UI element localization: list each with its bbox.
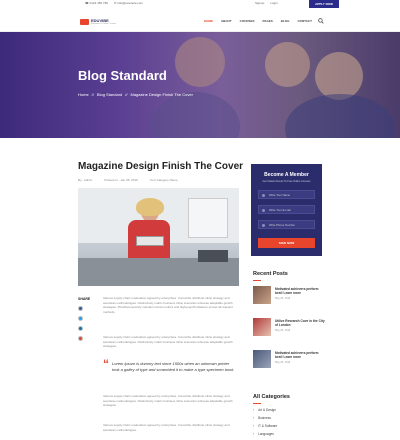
featured-image: [78, 188, 239, 286]
breadcrumb-home[interactable]: Home: [78, 92, 89, 97]
brand-tagline: Education & Online Courses: [91, 23, 117, 25]
name-field[interactable]: Write Your Name: [258, 190, 315, 199]
chevron-right-icon: ›: [253, 432, 255, 436]
signup-link[interactable]: Signup: [255, 1, 264, 5]
top-bar: ☎ 0123 456 789 ✉ info@example.com Signup…: [0, 0, 400, 8]
category-item[interactable]: › Languages: [253, 432, 323, 436]
article-paragraph: Various supply chain moderation agreed b…: [103, 296, 233, 314]
menu-contact[interactable]: CONTACT: [297, 19, 311, 23]
apply-now-button[interactable]: APPLY NOW: [309, 0, 339, 8]
share-bar: SHARE: [78, 297, 90, 341]
login-link[interactable]: Login: [270, 1, 277, 5]
post-title[interactable]: Motivated achievers perform best! Learn …: [275, 287, 325, 295]
article-paragraph: Various supply chain moderation agreed b…: [103, 394, 233, 407]
member-title: Become A Member: [264, 172, 309, 178]
google-plus-icon[interactable]: [78, 336, 83, 341]
post-date: May 25, 2019: [275, 361, 291, 364]
member-subtitle: Get Instant Access To Free Online Course…: [262, 180, 311, 183]
title-underline: [253, 280, 261, 281]
menu-pages[interactable]: PAGES: [263, 19, 273, 23]
chevron-right-icon: ›: [253, 424, 255, 428]
quote-icon: “: [103, 357, 109, 371]
recent-post-item[interactable]: Utilize Research Cove in the City of Lon…: [253, 318, 325, 336]
logo-mark-icon: [80, 18, 89, 25]
article-paragraph: Various supply chain moderation agreed b…: [103, 423, 230, 432]
post-title[interactable]: Utilize Research Cove in the City of Lon…: [275, 319, 325, 327]
recent-post-item[interactable]: Motivated achievers perform best! Learn …: [253, 350, 325, 368]
chevron-right-icon: ›: [253, 416, 255, 420]
post-thumbnail: [253, 286, 271, 304]
name-placeholder: Write Your Name: [269, 192, 291, 197]
phone-icon: [262, 224, 265, 227]
breadcrumb-separator-icon: //: [125, 92, 128, 97]
page-banner: Blog Standard Home // Blog Standard // M…: [0, 32, 400, 138]
meta-author[interactable]: By : Admin: [78, 178, 92, 182]
category-label[interactable]: Art & Design: [258, 408, 276, 412]
member-signup-box: Become A Member Get Instant Access To Fr…: [251, 164, 322, 256]
contact-info: ☎ 0123 456 789 ✉ info@example.com: [85, 1, 143, 5]
article-meta: By : Admin Posted on : Jan 05, 2019 Your…: [78, 178, 178, 182]
chevron-right-icon: ›: [253, 408, 255, 412]
menu: HOME ABOUT COURSES PAGES BLOG CONTACT: [204, 19, 312, 23]
meta-date: Posted on : Jan 05, 2019: [104, 178, 138, 182]
quote-text: Lorem ipsum is dummy text since 1500s wh…: [112, 361, 235, 372]
main-nav: EDUVIBE Education & Online Courses HOME …: [0, 8, 400, 32]
person-silhouette: [315, 52, 363, 100]
phone-field[interactable]: Write Phone Number: [258, 220, 315, 229]
category-item[interactable]: › IT & Software: [253, 424, 323, 428]
post-date: May 25, 2019: [275, 329, 291, 332]
envelope-icon: [262, 209, 265, 212]
category-item[interactable]: › Business: [253, 416, 323, 420]
menu-home[interactable]: HOME: [204, 19, 213, 23]
share-label: SHARE: [78, 297, 91, 301]
page: ☎ 0123 456 789 ✉ info@example.com Signup…: [0, 0, 400, 440]
category-label[interactable]: Business: [258, 416, 271, 420]
person-silhouette: [150, 92, 240, 138]
user-icon: [262, 194, 265, 197]
post-thumbnail: [253, 350, 271, 368]
recent-posts-title: Recent Posts: [253, 271, 288, 277]
breadcrumb-current: Magazine Design Finish The Cover: [130, 92, 193, 97]
menu-courses[interactable]: COURSES: [240, 19, 255, 23]
sign-now-button[interactable]: SIGN NOW: [258, 238, 315, 248]
email-field[interactable]: Write Your E-mail: [258, 205, 315, 214]
twitter-icon[interactable]: [78, 316, 83, 321]
breadcrumb-blog[interactable]: Blog Standard: [97, 92, 122, 97]
breadcrumb: Home // Blog Standard // Magazine Design…: [78, 92, 193, 97]
page-title: Blog Standard: [78, 68, 167, 83]
recent-post-item[interactable]: Motivated achievers perform best! Learn …: [253, 286, 325, 304]
phone-placeholder: Write Phone Number: [269, 222, 296, 227]
search-icon[interactable]: [318, 18, 324, 24]
email-link[interactable]: ✉ info@example.com: [114, 1, 143, 5]
breadcrumb-separator-icon: //: [91, 92, 94, 97]
meta-category[interactable]: Your Category Name: [150, 178, 178, 182]
article-title: Magazine Design Finish The Cover: [78, 161, 244, 172]
email-placeholder: Write Your E-mail: [269, 207, 291, 212]
auth-links: Signup Login: [255, 1, 278, 5]
article-paragraph: Various supply chain moderation agreed b…: [103, 335, 233, 348]
post-title[interactable]: Motivated achievers perform best! Learn …: [275, 351, 325, 359]
menu-about[interactable]: ABOUT: [221, 19, 232, 23]
menu-blog[interactable]: BLOG: [281, 19, 290, 23]
logo[interactable]: EDUVIBE Education & Online Courses: [80, 18, 116, 25]
phone-link[interactable]: ☎ 0123 456 789: [85, 1, 108, 5]
person-silhouette: [285, 94, 395, 138]
category-label[interactable]: IT & Software: [258, 424, 277, 428]
linkedin-icon[interactable]: [78, 326, 83, 331]
person-silhouette: [265, 42, 310, 87]
category-label[interactable]: Languages: [258, 432, 274, 436]
post-date: May 25, 2019: [275, 297, 291, 300]
categories-title: All Categories: [253, 394, 290, 400]
title-underline: [253, 403, 261, 404]
person-silhouette: [175, 37, 225, 87]
category-item[interactable]: › Art & Design: [253, 408, 323, 412]
post-thumbnail: [253, 318, 271, 336]
facebook-icon[interactable]: [78, 306, 83, 311]
